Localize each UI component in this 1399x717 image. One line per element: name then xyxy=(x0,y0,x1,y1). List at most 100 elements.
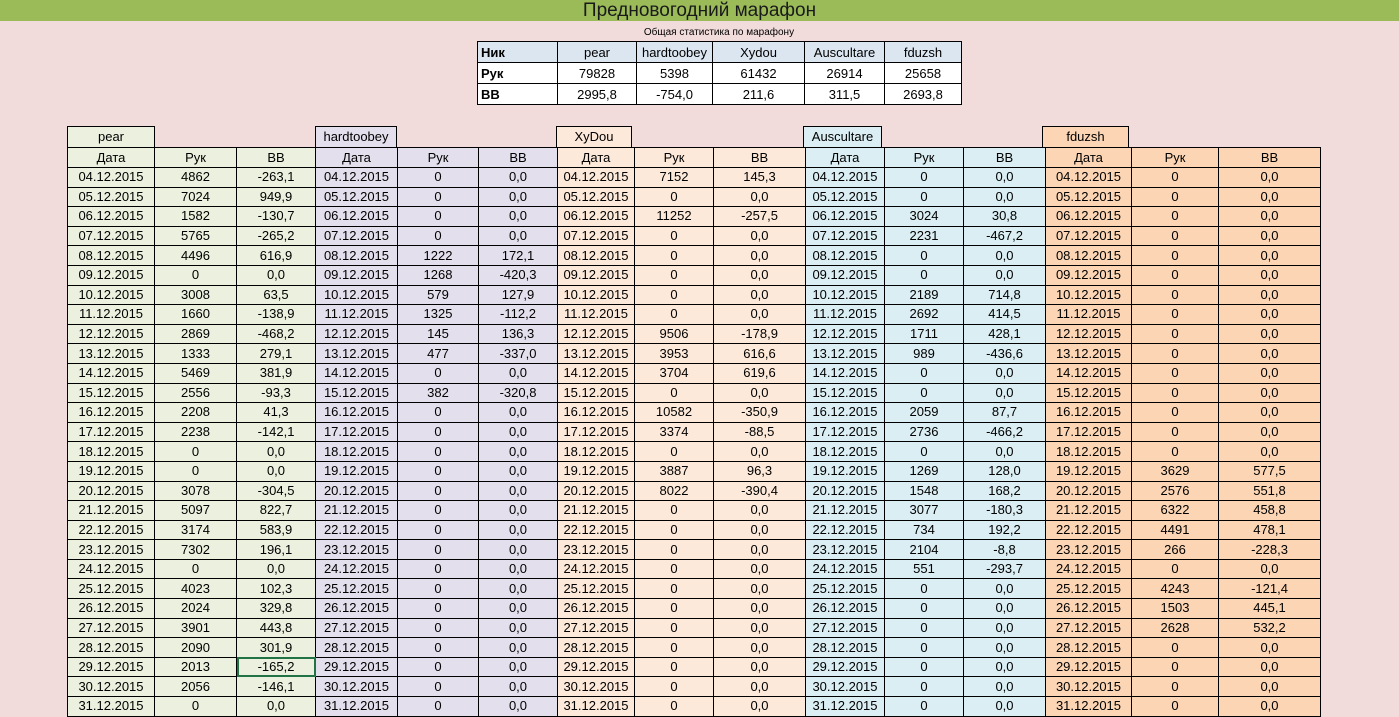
bb-cell[interactable]: 428,1 xyxy=(963,323,1046,345)
date-cell[interactable]: 11.12.2015 xyxy=(805,304,885,325)
hands-cell[interactable]: 2059 xyxy=(884,402,964,423)
hands-cell[interactable]: 2692 xyxy=(884,304,964,325)
bb-cell[interactable]: 583,9 xyxy=(236,519,316,541)
bb-cell[interactable]: 0,0 xyxy=(713,598,806,619)
date-cell[interactable]: 24.12.2015 xyxy=(1045,558,1132,580)
date-cell[interactable]: 27.12.2015 xyxy=(1045,617,1132,639)
bb-cell[interactable]: 0,0 xyxy=(713,519,806,541)
date-cell[interactable]: 30.12.2015 xyxy=(805,676,885,698)
hands-cell[interactable]: 0 xyxy=(634,696,714,717)
hands-cell[interactable]: 734 xyxy=(884,519,964,541)
hands-cell[interactable]: 0 xyxy=(1131,186,1219,208)
date-cell[interactable]: 12.12.2015 xyxy=(1045,323,1132,345)
hands-cell[interactable]: 2556 xyxy=(154,382,237,404)
hands-cell[interactable]: 0 xyxy=(397,460,479,482)
date-cell[interactable]: 31.12.2015 xyxy=(1045,696,1132,717)
hands-cell[interactable]: 9506 xyxy=(634,323,714,345)
hands-cell[interactable]: 3374 xyxy=(634,421,714,443)
hands-cell[interactable]: 0 xyxy=(634,441,714,462)
date-cell[interactable]: 19.12.2015 xyxy=(805,460,885,482)
date-cell[interactable]: 21.12.2015 xyxy=(315,500,398,521)
date-cell[interactable]: 10.12.2015 xyxy=(315,284,398,306)
bb-cell[interactable]: -130,7 xyxy=(236,206,316,227)
date-cell[interactable]: 08.12.2015 xyxy=(67,245,155,266)
date-cell[interactable]: 06.12.2015 xyxy=(315,206,398,227)
hands-cell[interactable]: 0 xyxy=(634,225,714,247)
bb-cell[interactable]: 0,0 xyxy=(963,598,1046,619)
hands-cell[interactable]: 0 xyxy=(1131,284,1219,306)
hands-cell[interactable]: 0 xyxy=(634,304,714,325)
hands-cell[interactable]: 0 xyxy=(154,460,237,482)
date-cell[interactable]: 20.12.2015 xyxy=(557,480,635,502)
hands-cell[interactable]: 145 xyxy=(397,323,479,345)
bb-cell[interactable]: -142,1 xyxy=(236,421,316,443)
bb-cell[interactable]: -350,9 xyxy=(713,402,806,423)
bb-cell[interactable]: 577,5 xyxy=(1218,460,1321,482)
date-cell[interactable]: 17.12.2015 xyxy=(67,421,155,443)
date-cell[interactable]: 10.12.2015 xyxy=(1045,284,1132,306)
column-header-bb[interactable]: BB xyxy=(963,147,1046,168)
hands-cell[interactable]: 1269 xyxy=(884,460,964,482)
summary-cell[interactable]: 61432 xyxy=(712,62,805,84)
bb-cell[interactable]: -180,3 xyxy=(963,500,1046,521)
hands-cell[interactable]: 0 xyxy=(1131,696,1219,717)
bb-cell[interactable]: 0,0 xyxy=(963,382,1046,404)
bb-cell[interactable]: 0,0 xyxy=(478,617,558,639)
hands-cell[interactable]: 0 xyxy=(884,656,964,678)
date-cell[interactable]: 28.12.2015 xyxy=(557,637,635,658)
date-cell[interactable]: 26.12.2015 xyxy=(67,598,155,619)
bb-cell[interactable]: 0,0 xyxy=(478,500,558,521)
bb-cell[interactable]: 0,0 xyxy=(713,578,806,600)
bb-cell[interactable]: 0,0 xyxy=(478,558,558,580)
bb-cell[interactable]: 0,0 xyxy=(713,304,806,325)
bb-cell[interactable]: 0,0 xyxy=(713,186,806,208)
bb-cell[interactable]: 0,0 xyxy=(478,696,558,717)
bb-cell[interactable]: -436,6 xyxy=(963,343,1046,364)
hands-cell[interactable]: 0 xyxy=(884,696,964,717)
column-header-hands[interactable]: Рук xyxy=(1131,147,1219,168)
bb-cell[interactable]: -138,9 xyxy=(236,304,316,325)
date-cell[interactable]: 13.12.2015 xyxy=(1045,343,1132,364)
date-cell[interactable]: 12.12.2015 xyxy=(557,323,635,345)
hands-cell[interactable]: 0 xyxy=(634,186,714,208)
date-cell[interactable]: 21.12.2015 xyxy=(557,500,635,521)
bb-cell[interactable]: 127,9 xyxy=(478,284,558,306)
date-cell[interactable]: 29.12.2015 xyxy=(557,656,635,678)
bb-cell[interactable]: -112,2 xyxy=(478,304,558,325)
bb-cell[interactable]: -390,4 xyxy=(713,480,806,502)
date-cell[interactable]: 06.12.2015 xyxy=(557,206,635,227)
summary-cell[interactable]: -754,0 xyxy=(636,83,713,105)
date-cell[interactable]: 07.12.2015 xyxy=(315,225,398,247)
player-tag-pear[interactable]: pear xyxy=(67,126,155,148)
hands-cell[interactable]: 3901 xyxy=(154,617,237,639)
hands-cell[interactable]: 0 xyxy=(1131,362,1219,384)
date-cell[interactable]: 14.12.2015 xyxy=(67,362,155,384)
hands-cell[interactable]: 0 xyxy=(397,558,479,580)
date-cell[interactable]: 11.12.2015 xyxy=(67,304,155,325)
bb-cell[interactable]: 0,0 xyxy=(478,676,558,698)
hands-cell[interactable]: 3024 xyxy=(884,206,964,227)
hands-cell[interactable]: 4491 xyxy=(1131,519,1219,541)
column-header-bb[interactable]: BB xyxy=(478,147,558,168)
date-cell[interactable]: 21.12.2015 xyxy=(1045,500,1132,521)
date-cell[interactable]: 22.12.2015 xyxy=(67,519,155,541)
hands-cell[interactable]: 0 xyxy=(397,421,479,443)
hands-cell[interactable]: 382 xyxy=(397,382,479,404)
bb-cell[interactable]: 63,5 xyxy=(236,284,316,306)
bb-cell[interactable]: 0,0 xyxy=(713,539,806,560)
bb-cell[interactable]: 0,0 xyxy=(478,480,558,502)
bb-cell[interactable]: 0,0 xyxy=(478,206,558,227)
hands-cell[interactable]: 0 xyxy=(397,441,479,462)
date-cell[interactable]: 12.12.2015 xyxy=(67,323,155,345)
summary-cell[interactable]: 2693,8 xyxy=(884,83,962,105)
date-cell[interactable]: 26.12.2015 xyxy=(557,598,635,619)
hands-cell[interactable]: 0 xyxy=(1131,441,1219,462)
bb-cell[interactable]: 0,0 xyxy=(478,421,558,443)
bb-cell[interactable]: -146,1 xyxy=(236,676,316,698)
date-cell[interactable]: 18.12.2015 xyxy=(557,441,635,462)
hands-cell[interactable]: 0 xyxy=(634,598,714,619)
bb-cell[interactable]: -265,2 xyxy=(236,225,316,247)
date-cell[interactable]: 25.12.2015 xyxy=(557,578,635,600)
hands-cell[interactable]: 4243 xyxy=(1131,578,1219,600)
bb-cell[interactable]: 0,0 xyxy=(713,637,806,658)
